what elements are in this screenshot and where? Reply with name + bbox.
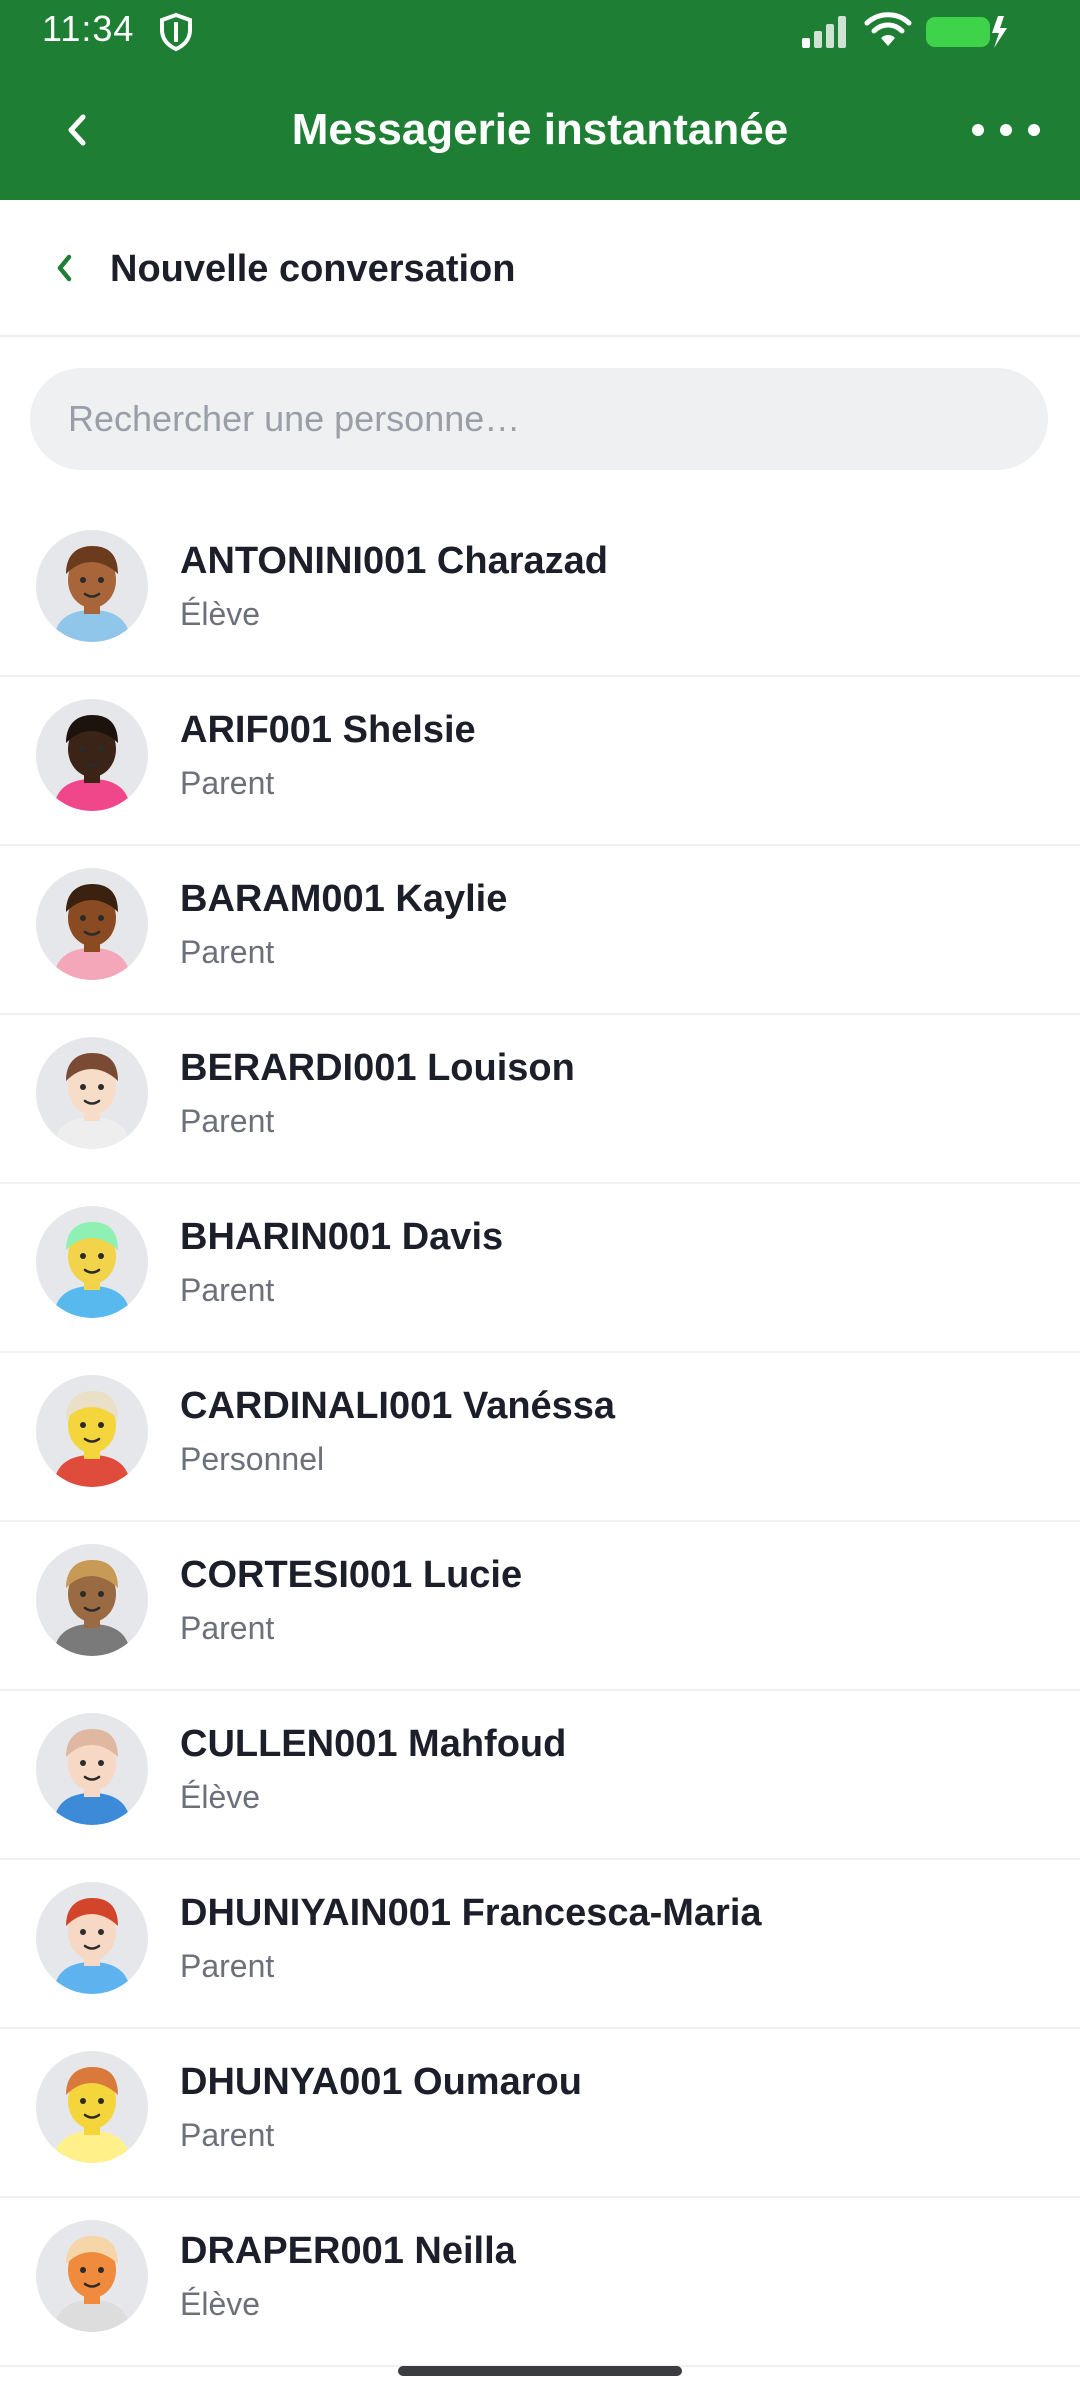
- contact-row[interactable]: ANTONINI001 Charazad Élève: [0, 508, 1080, 677]
- more-dot-icon: [972, 124, 984, 136]
- avatar: [36, 2051, 148, 2163]
- avatar: [36, 1206, 148, 1318]
- contact-name: DHUNYA001 Oumarou: [180, 2061, 582, 2103]
- avatar-illustration: [54, 546, 130, 642]
- contact-row[interactable]: CARDINALI001 Vanéssa Personnel: [0, 1353, 1080, 1522]
- contact-row[interactable]: CULLEN001 Mahfoud Élève: [0, 1691, 1080, 1860]
- contact-row[interactable]: ARIF001 Shelsie Parent: [0, 677, 1080, 846]
- contact-name: ANTONINI001 Charazad: [180, 540, 608, 582]
- avatar: [36, 699, 148, 811]
- more-dot-icon: [1028, 124, 1040, 136]
- contact-name: DRAPER001 Neilla: [180, 2230, 516, 2272]
- avatar-illustration: [54, 1222, 130, 1318]
- contact-row[interactable]: BARAM001 Kaylie Parent: [0, 846, 1080, 1015]
- contact-role: Parent: [180, 2117, 275, 2153]
- wifi-icon: [864, 12, 912, 46]
- avatar: [36, 868, 148, 980]
- contact-name: ARIF001 Shelsie: [180, 709, 476, 751]
- contact-row[interactable]: DHUNIYAIN001 Francesca-Maria Parent: [0, 1860, 1080, 2029]
- contact-name: BHARIN001 Davis: [180, 1216, 504, 1258]
- contact-list: ANTONINI001 Charazad Élève ARIF001 Shelsie…: [0, 508, 1080, 2367]
- contact-role: Élève: [180, 1779, 261, 1815]
- contact-row[interactable]: DHUNYA001 Oumarou Parent: [0, 2029, 1080, 2198]
- app-header: 11:34 Messagerie instantanée: [0, 0, 1080, 200]
- contact-row[interactable]: CORTESI001 Lucie Parent: [0, 1522, 1080, 1691]
- avatar-illustration: [54, 2067, 130, 2163]
- home-indicator[interactable]: [398, 2366, 682, 2376]
- contact-row[interactable]: BHARIN001 Davis Parent: [0, 1184, 1080, 1353]
- avatar-illustration: [54, 2236, 130, 2332]
- more-dot-icon: [1000, 124, 1012, 136]
- contact-row[interactable]: DRAPER001 Neilla Élève: [0, 2198, 1080, 2367]
- avatar: [36, 1713, 148, 1825]
- avatar-illustration: [54, 1391, 130, 1487]
- more-options-button[interactable]: [972, 112, 1040, 148]
- subheader: Nouvelle conversation: [0, 200, 1080, 337]
- nav-bar: Messagerie instantanée: [0, 62, 1080, 200]
- contact-role: Parent: [180, 1948, 275, 1984]
- subheader-back-button[interactable]: [40, 244, 88, 292]
- contact-name: CARDINALI001 Vanéssa: [180, 1385, 616, 1427]
- signal-icon: [802, 16, 846, 48]
- search-input[interactable]: [30, 368, 1048, 470]
- contact-name: CULLEN001 Mahfoud: [180, 1723, 567, 1765]
- avatar: [36, 1882, 148, 1994]
- avatar-illustration: [54, 715, 130, 811]
- contact-role: Parent: [180, 1272, 275, 1308]
- avatar: [36, 2220, 148, 2332]
- chevron-left-icon: [57, 254, 72, 282]
- page-title: Nouvelle conversation: [110, 248, 516, 290]
- battery-charging-icon: [926, 16, 1007, 48]
- avatar: [36, 1037, 148, 1149]
- avatar-illustration: [54, 1898, 130, 1994]
- status-time: 11:34: [42, 8, 135, 49]
- contact-role: Parent: [180, 765, 275, 801]
- contact-name: CORTESI001 Lucie: [180, 1554, 523, 1596]
- app-title: Messagerie instantanée: [291, 105, 789, 154]
- contact-name: BERARDI001 Louison: [180, 1047, 575, 1089]
- contact-role: Parent: [180, 934, 275, 970]
- avatar: [36, 1544, 148, 1656]
- shield-icon: [160, 12, 192, 52]
- contact-role: Élève: [180, 596, 261, 632]
- contact-role: Personnel: [180, 1441, 325, 1477]
- contact-role: Élève: [180, 2286, 261, 2322]
- contact-name: DHUNIYAIN001 Francesca-Maria: [180, 1892, 762, 1934]
- contact-role: Parent: [180, 1103, 275, 1139]
- contact-row[interactable]: BERARDI001 Louison Parent: [0, 1015, 1080, 1184]
- avatar-illustration: [54, 1560, 130, 1656]
- avatar-illustration: [54, 1053, 130, 1149]
- avatar: [36, 530, 148, 642]
- avatar-illustration: [54, 884, 130, 980]
- status-bar: 11:34: [0, 0, 1080, 62]
- contact-name: BARAM001 Kaylie: [180, 878, 508, 920]
- avatar-illustration: [54, 1729, 130, 1825]
- avatar: [36, 1375, 148, 1487]
- contact-role: Parent: [180, 1610, 275, 1646]
